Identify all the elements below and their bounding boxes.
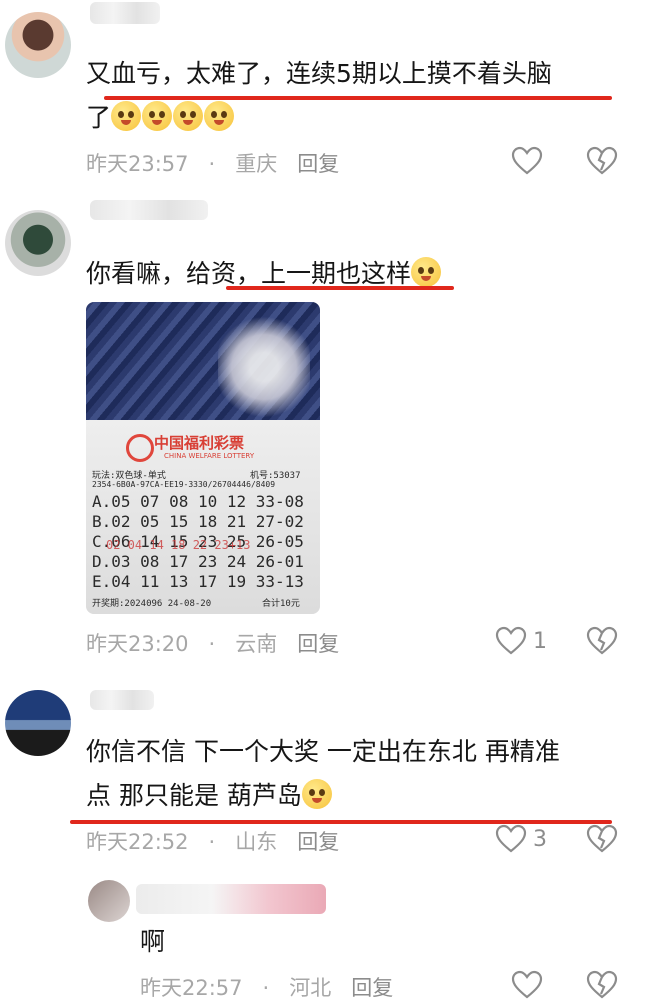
crying-face-icon	[411, 257, 442, 287]
dislike-button[interactable]	[586, 970, 618, 1004]
comment-meta: 昨天23:20 · 云南 回复	[86, 628, 359, 658]
like-count: 1	[533, 628, 547, 654]
dislike-button[interactable]	[586, 626, 618, 660]
smirking-face-icon	[301, 779, 332, 809]
pleading-face-icon	[142, 101, 173, 131]
reply-button[interactable]: 回复	[351, 976, 393, 1000]
comment-text: 你信不信 下一个大奖 一定出在东北 再精准 点 那只能是 葫芦岛	[86, 730, 636, 818]
comment-meta: 昨天22:57 · 河北 回复	[140, 972, 413, 1002]
comment-text-line: 点 那只能是 葫芦岛	[86, 781, 302, 810]
comment-text-line: 啊	[140, 927, 166, 956]
comment-time: 昨天23:20	[86, 632, 189, 656]
comment-location: 河北	[289, 976, 332, 1000]
avatar[interactable]	[5, 12, 71, 78]
meta-separator: ·	[208, 152, 216, 176]
dislike-button[interactable]	[586, 146, 618, 180]
comment-time: 昨天22:57	[140, 976, 243, 1000]
username-blurred[interactable]	[90, 200, 208, 220]
meta-separator: ·	[208, 632, 216, 656]
ticket-issue: 开奖期:2024096 24-08-20	[92, 599, 212, 609]
comment-meta: 昨天22:52 · 山东 回复	[86, 826, 359, 856]
comment-text: 啊	[140, 920, 440, 964]
comment-location: 云南	[235, 632, 278, 656]
lottery-logo-icon	[126, 434, 154, 462]
ticket-total: 合计10元	[262, 599, 300, 609]
like-button[interactable]	[511, 146, 549, 176]
username-blurred[interactable]	[136, 884, 326, 914]
username-blurred[interactable]	[90, 2, 160, 24]
comment-meta: 昨天23:57 · 重庆 回复	[86, 148, 359, 178]
meta-separator: ·	[262, 976, 270, 1000]
comment-text-line: 你看嘛，给资，上一期也这样	[86, 259, 412, 288]
ticket-row: A.05 07 08 10 12 33-08	[92, 492, 304, 511]
red-underline	[104, 96, 612, 100]
heart-outline-icon	[495, 824, 527, 853]
avatar[interactable]	[5, 210, 71, 276]
comment-text-line: 了	[86, 103, 112, 132]
avatar[interactable]	[5, 690, 71, 756]
broken-heart-icon	[586, 626, 618, 655]
ticket-brand: 中国福利彩票	[154, 434, 245, 452]
avatar[interactable]	[88, 880, 130, 922]
pleading-face-icon	[111, 101, 142, 131]
ticket-stamp: 02 04 14 18 22 23+13	[106, 538, 251, 552]
username-blurred[interactable]	[90, 690, 154, 710]
like-button[interactable]: 3	[495, 824, 547, 854]
comment-text-line: 又血亏，太难了，连续5期以上摸不着头脑	[86, 59, 552, 88]
ticket-row: D.03 08 17 23 24 26-01	[92, 552, 304, 571]
ticket-row: E.04 11 13 17 19 33-13	[92, 572, 304, 591]
pleading-face-icon	[173, 101, 204, 131]
heart-outline-icon	[511, 146, 543, 175]
pleading-face-icon	[204, 101, 235, 131]
heart-outline-icon	[511, 970, 543, 999]
comment-time: 昨天22:52	[86, 830, 189, 854]
heart-outline-icon	[495, 626, 527, 655]
ticket-brand-en: CHINA WELFARE LOTTERY	[164, 452, 255, 460]
reply-button[interactable]: 回复	[297, 632, 339, 656]
red-underline	[226, 286, 454, 290]
like-button[interactable]	[511, 970, 543, 1000]
broken-heart-icon	[586, 146, 618, 175]
comment-text-line: 你信不信 下一个大奖 一定出在东北 再精准	[86, 737, 560, 766]
like-count: 3	[533, 826, 547, 852]
reply-button[interactable]: 回复	[297, 830, 339, 854]
comment-time: 昨天23:57	[86, 152, 189, 176]
lace-pattern	[218, 312, 310, 422]
ticket-serial: 2354-6B0A-97CA-EE19-3330/26704446/8409	[92, 480, 276, 489]
like-button[interactable]: 1	[495, 626, 547, 656]
dislike-button[interactable]	[586, 824, 618, 858]
meta-separator: ·	[208, 830, 216, 854]
comment-location: 山东	[235, 830, 278, 854]
reply-button[interactable]: 回复	[297, 152, 339, 176]
broken-heart-icon	[586, 970, 618, 999]
ticket-row: B.02 05 15 18 21 27-02	[92, 512, 304, 531]
broken-heart-icon	[586, 824, 618, 853]
lottery-ticket-image[interactable]: 中国福利彩票 CHINA WELFARE LOTTERY 玩法:双色球-单式 机…	[86, 302, 320, 614]
comment-location: 重庆	[235, 152, 278, 176]
